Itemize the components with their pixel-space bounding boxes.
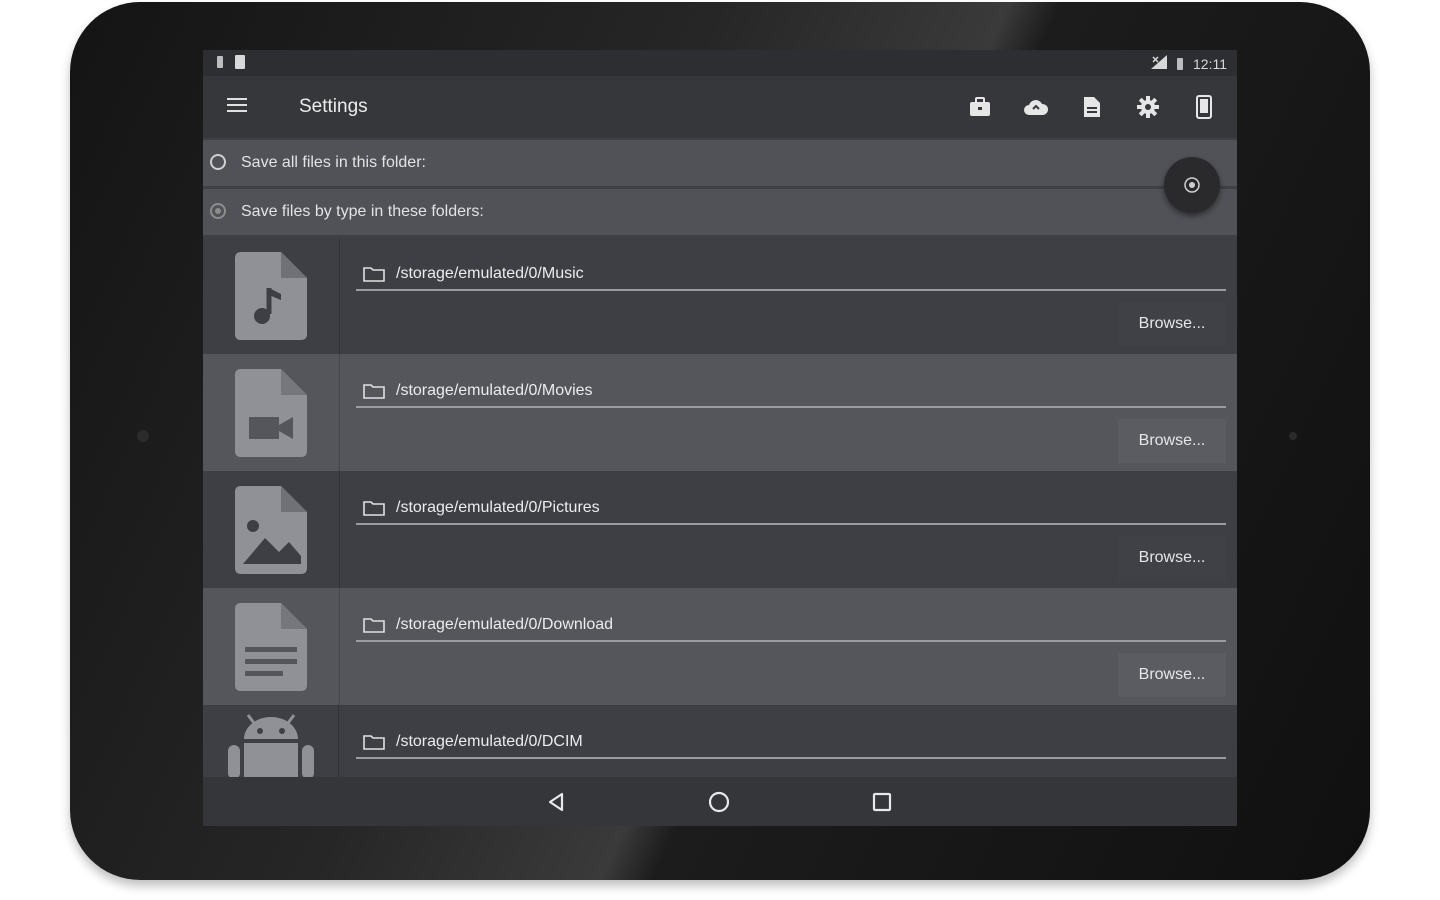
home-icon[interactable] xyxy=(706,789,732,815)
save-by-type-label: Save files by type in these folders: xyxy=(241,203,484,220)
save-all-label: Save all files in this folder: xyxy=(241,154,426,171)
path-field[interactable]: /storage/emulated/0/DCIM xyxy=(356,723,1226,759)
document-file-icon xyxy=(203,588,340,705)
navigation-bar xyxy=(203,777,1237,826)
path-text: /storage/emulated/0/Movies xyxy=(396,382,593,399)
path-field[interactable]: /storage/emulated/0/Download xyxy=(356,606,1226,642)
save-by-type-option[interactable]: Save files by type in these folders: xyxy=(203,189,1237,235)
target-icon xyxy=(1184,177,1200,193)
status-time: 12:11 xyxy=(1193,55,1227,72)
folder-row-movies: /storage/emulated/0/Movies Browse... xyxy=(203,354,1237,471)
signal-icon xyxy=(1151,55,1167,72)
folder-icon xyxy=(363,500,385,521)
path-text: /storage/emulated/0/Pictures xyxy=(396,499,600,516)
menu-button[interactable] xyxy=(225,95,249,119)
folder-icon xyxy=(363,734,385,755)
folder-row-music: /storage/emulated/0/Music Browse... xyxy=(203,237,1237,354)
sd-card-icon xyxy=(235,55,245,69)
path-text: /storage/emulated/0/DCIM xyxy=(396,733,583,750)
back-icon[interactable] xyxy=(543,789,569,815)
music-file-icon xyxy=(203,237,340,354)
folder-icon xyxy=(363,266,385,287)
battery-icon xyxy=(1177,57,1183,70)
path-field[interactable]: /storage/emulated/0/Pictures xyxy=(356,489,1226,525)
path-field[interactable]: /storage/emulated/0/Movies xyxy=(356,372,1226,408)
notification-icon xyxy=(217,56,223,68)
front-camera-dot xyxy=(137,430,149,442)
path-text: /storage/emulated/0/Download xyxy=(396,616,614,633)
phone-icon[interactable] xyxy=(1191,92,1217,122)
video-file-icon xyxy=(203,354,340,471)
sensor-dot xyxy=(1289,432,1297,440)
folder-icon xyxy=(363,383,385,404)
status-bar: 12:11 xyxy=(203,50,1237,76)
recents-icon[interactable] xyxy=(869,789,895,815)
document-icon[interactable] xyxy=(1079,92,1105,122)
save-all-option[interactable]: Save all files in this folder: xyxy=(203,140,1237,186)
app-screen: 12:11 Settings Save all files in this fo… xyxy=(203,50,1237,826)
browse-button[interactable]: Browse... xyxy=(1118,302,1226,346)
image-file-icon xyxy=(203,471,340,588)
save-by-type-radio[interactable] xyxy=(210,203,226,219)
app-toolbar: Settings xyxy=(203,76,1237,138)
gear-icon[interactable] xyxy=(1135,92,1161,122)
folder-icon xyxy=(363,617,385,638)
browse-button[interactable]: Browse... xyxy=(1118,419,1226,463)
path-field[interactable]: /storage/emulated/0/Music xyxy=(356,255,1226,291)
save-all-radio[interactable] xyxy=(210,154,226,170)
toolbar-actions xyxy=(967,92,1217,122)
browse-button[interactable]: Browse... xyxy=(1118,653,1226,697)
cloud-icon[interactable] xyxy=(1023,92,1049,122)
page-title: Settings xyxy=(299,96,368,117)
browse-button[interactable]: Browse... xyxy=(1118,536,1226,580)
folder-row-download: /storage/emulated/0/Download Browse... xyxy=(203,588,1237,705)
fab-button[interactable] xyxy=(1164,157,1220,213)
briefcase-icon[interactable] xyxy=(967,92,993,122)
path-text: /storage/emulated/0/Music xyxy=(396,265,584,282)
folder-row-pictures: /storage/emulated/0/Pictures Browse... xyxy=(203,471,1237,588)
